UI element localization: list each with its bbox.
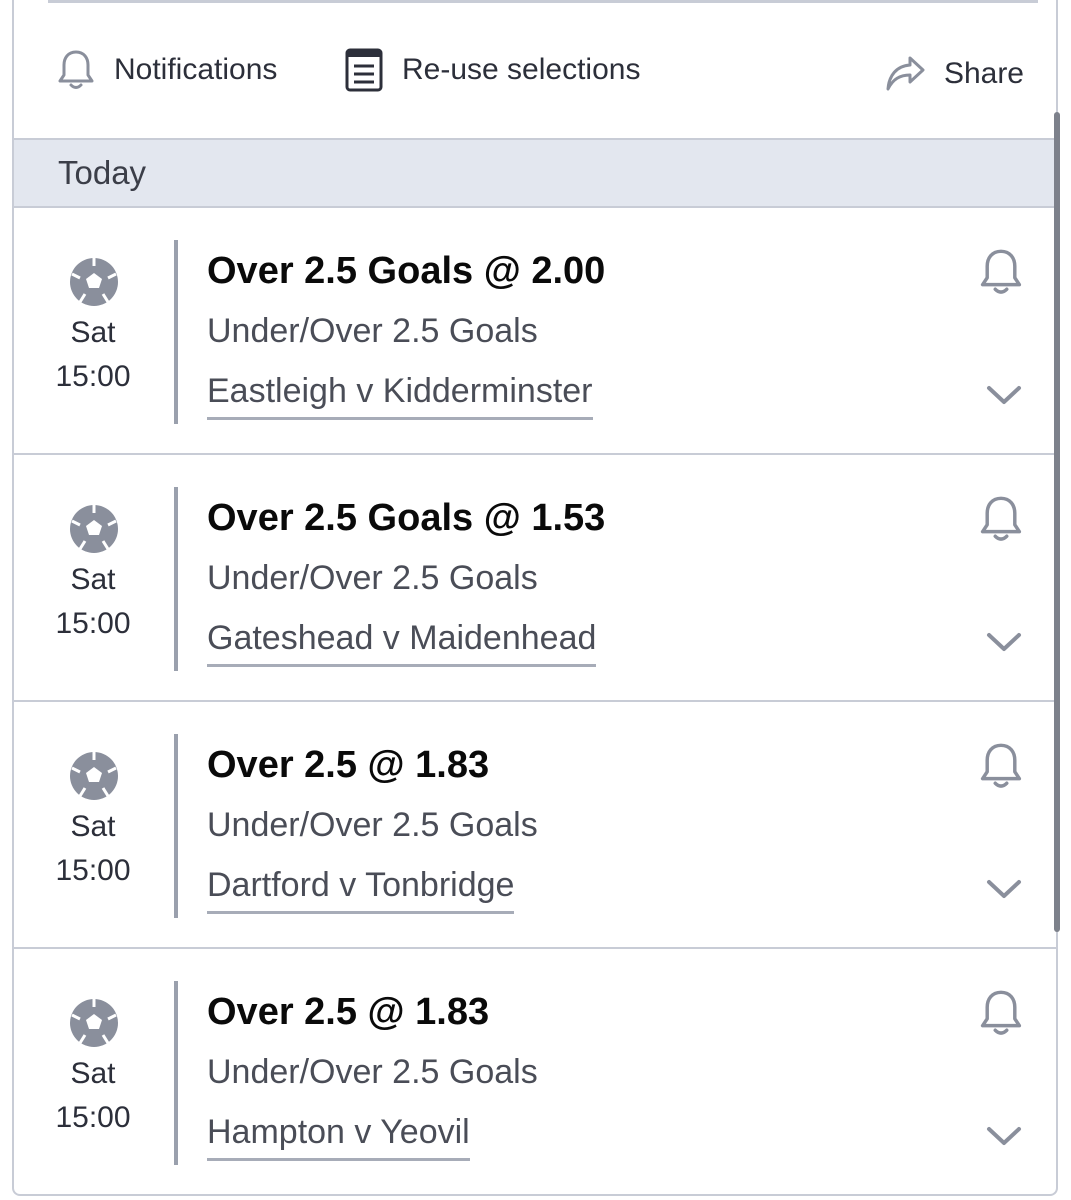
football-icon <box>70 752 118 800</box>
event-day: Sat <box>70 316 116 349</box>
reuse-selections-label: Re-use selections <box>402 53 641 86</box>
bell-icon <box>58 50 94 89</box>
event-day: Sat <box>70 563 116 596</box>
bell-icon[interactable] <box>978 987 1024 1039</box>
market-name: Under/Over 2.5 Goals <box>207 806 538 844</box>
notifications-button[interactable]: Notifications <box>56 46 277 94</box>
selection-title: Over 2.5 @ 1.83 <box>207 991 490 1033</box>
selection-title: Over 2.5 @ 1.83 <box>207 744 490 786</box>
bell-icon[interactable] <box>978 740 1024 792</box>
event-link[interactable]: Eastleigh v Kidderminster <box>207 372 593 420</box>
document-icon <box>345 48 383 92</box>
event-time: 15:00 <box>55 607 131 640</box>
event-link[interactable]: Gateshead v Maidenhead <box>207 619 597 667</box>
section-title: Today <box>58 154 147 191</box>
row-divider <box>174 487 178 671</box>
event-time: 15:00 <box>55 360 131 393</box>
notifications-label: Notifications <box>114 53 278 86</box>
share-button[interactable]: Share <box>884 50 1024 98</box>
bell-icon[interactable] <box>978 246 1024 298</box>
scrollbar[interactable] <box>1054 112 1060 932</box>
bet-row: Sat 15:00 Over 2.5 @ 1.83 Under/Over 2.5… <box>14 702 1056 949</box>
bet-row: Sat 15:00 Over 2.5 Goals @ 1.53 Under/Ov… <box>14 455 1056 702</box>
event-time: 15:00 <box>55 1101 131 1134</box>
event-link[interactable]: Hampton v Yeovil <box>207 1113 470 1161</box>
bet-receipt-panel: Notifications Re-use selections Share To… <box>12 0 1058 1196</box>
share-arrow-icon <box>886 56 925 91</box>
chevron-down-icon[interactable] <box>986 631 1022 653</box>
chevron-down-icon[interactable] <box>986 1125 1022 1147</box>
section-header: Today <box>14 138 1056 208</box>
row-divider <box>174 981 178 1165</box>
reuse-selections-button[interactable]: Re-use selections <box>344 46 640 94</box>
event-day: Sat <box>70 1057 116 1090</box>
market-name: Under/Over 2.5 Goals <box>207 559 538 597</box>
event-time: 15:00 <box>55 854 131 887</box>
market-name: Under/Over 2.5 Goals <box>207 1053 538 1091</box>
football-icon <box>70 999 118 1047</box>
row-divider <box>174 734 178 918</box>
bell-icon[interactable] <box>978 493 1024 545</box>
selection-title: Over 2.5 Goals @ 2.00 <box>207 250 606 292</box>
football-icon <box>70 505 118 553</box>
chevron-down-icon[interactable] <box>986 384 1022 406</box>
selection-title: Over 2.5 Goals @ 1.53 <box>207 497 606 539</box>
bet-row: Sat 15:00 Over 2.5 Goals @ 2.00 Under/Ov… <box>14 208 1056 455</box>
row-divider <box>174 240 178 424</box>
chevron-down-icon[interactable] <box>986 878 1022 900</box>
market-name: Under/Over 2.5 Goals <box>207 312 538 350</box>
receipt-toolbar: Notifications Re-use selections Share <box>14 0 1056 138</box>
event-day: Sat <box>70 810 116 843</box>
football-icon <box>70 258 118 306</box>
share-label: Share <box>943 57 1024 90</box>
event-link[interactable]: Dartford v Tonbridge <box>207 866 515 914</box>
bet-row: Sat 15:00 Over 2.5 @ 1.83 Under/Over 2.5… <box>14 949 1056 1194</box>
